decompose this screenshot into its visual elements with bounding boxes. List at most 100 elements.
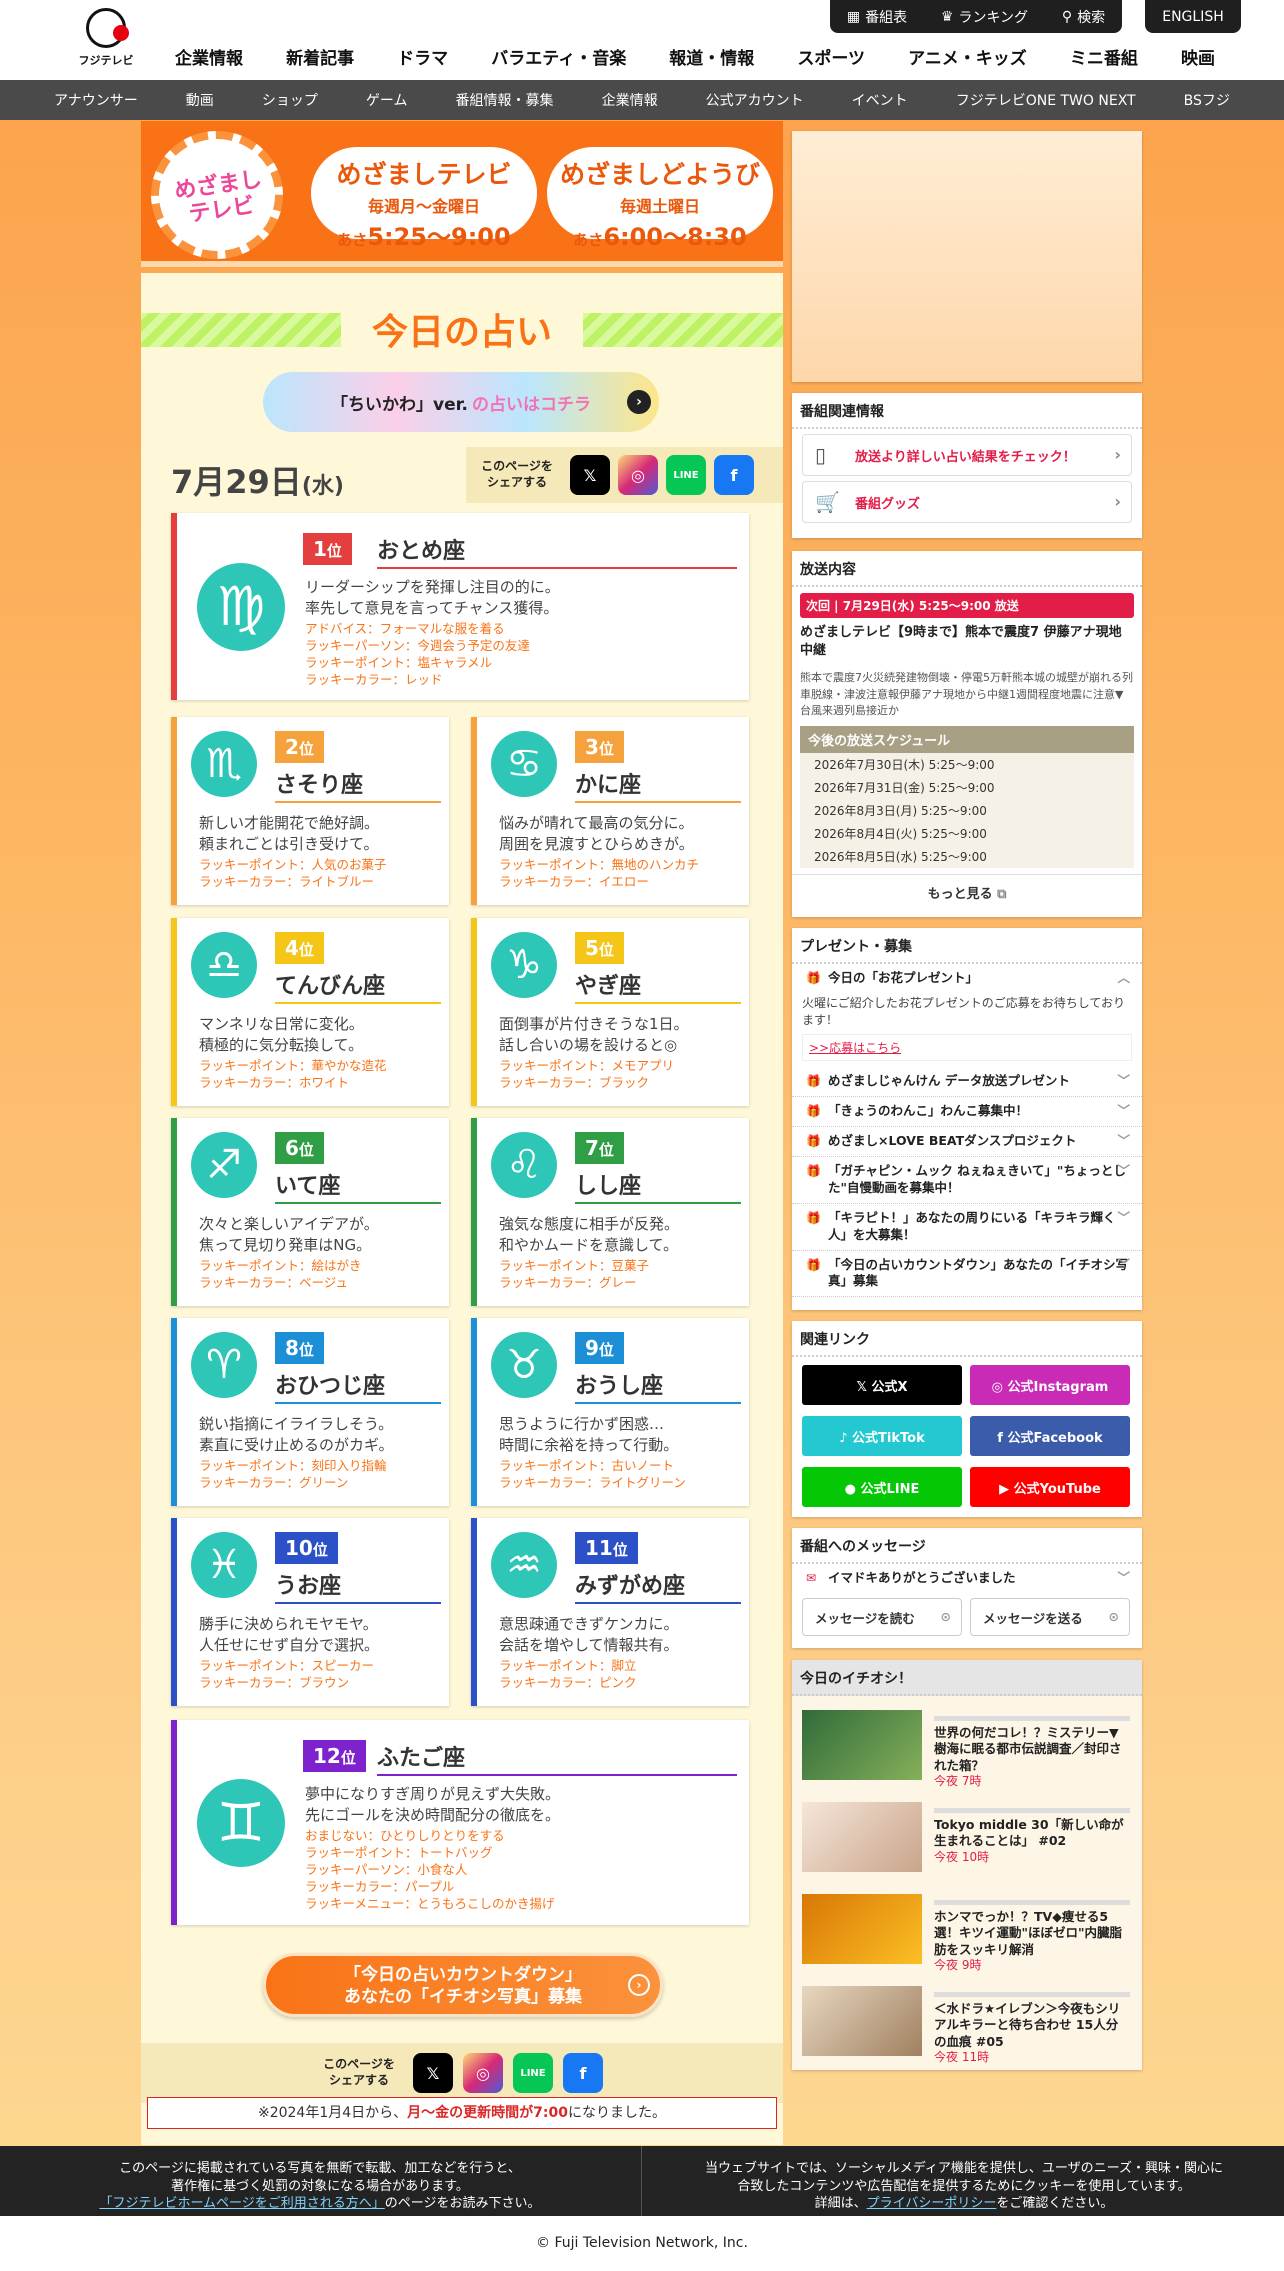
terms-link[interactable]: 「フジテレビホームページをご利用される方へ」 [99,2196,384,2211]
zodiac-name: さそり座 [275,767,441,803]
program-guide-link[interactable]: ▦ 番組表 [847,7,907,27]
luck-line: ラッキーパーソン：小食な人 [305,1861,468,1877]
main-nav: 企業情報 新着記事 ドラマ バラエティ・音楽 報道・情報 スポーツ アニメ・キッ… [175,44,1215,69]
present-item[interactable]: 🎁 めざましじゃんけん データ放送プレゼント ﹀ [792,1067,1142,1098]
panel-title: プレゼント・募集 [792,928,1142,964]
zodiac-name: かに座 [575,767,741,803]
social-link-button[interactable]: 𝕏 公式X [802,1365,962,1405]
present-item[interactable]: 🎁 「キラピト！」あなたの周りにいる「キラキラ輝く人」を大募集！ ﹀ [792,1204,1142,1251]
pick-thumbnail [802,1710,922,1780]
pick-item[interactable]: 世界の何だコレ！？ミステリー▼樹海に眠る都市伝説調査／封印された箱？ 今夜 7時 [802,1710,1132,1788]
instagram-share-icon[interactable]: ◎ [618,455,658,495]
broadcast-headline[interactable]: めざましテレビ【9時まで】熊本で震度7 伊藤アナ現地中継 [800,624,1134,660]
schedule-row: 2026年7月30日(木) 5:25〜9:00 [814,757,995,772]
fortune-description: 新しい才能開花で絶好調。 頼まれごとは引き受けて。 [199,814,380,853]
sub-nav-item[interactable]: 番組情報・募集 [456,90,554,110]
sub-nav-item[interactable]: BSフジ [1184,90,1230,110]
present-item-open[interactable]: 🎁 今日の「お花プレゼント」 ︿ [792,964,1142,993]
pick-title: ＜水ドラ★イレブン＞今夜もシリアルキラーと待ち合わせ 15人分の血痕 #05 今夜… [934,1992,1130,2065]
chevron-down-icon: ﹀ [1117,1103,1130,1119]
chiikawa-fortune-link[interactable]: 「ちいかわ」ver. の占いはコチラ › [263,372,659,432]
cookie-notice: 当ウェブサイトでは、ソーシャルメディア機能を提供し、ユーザのニーズ・興味・関心に… [705,2161,1223,2212]
fortune-card: ♌ 7位 しし座 強気な態度に相手が反発。 和やかムードを意識して。 ラッキーポイ… [471,1118,749,1306]
pick-thumbnail [802,1894,922,1964]
sub-nav-item[interactable]: ショップ [262,90,318,110]
present-item[interactable]: 🎁 めざまし×LOVE BEATダンスプロジェクト ﹀ [792,1127,1142,1158]
message-item[interactable]: ✉ イマドキありがとうございました ﹀ [792,1564,1142,1593]
luck-list: ラッキーポイント：スピーカー ラッキーカラー：ブラウン [199,1658,374,1692]
sub-nav-item[interactable]: 動画 [186,90,214,110]
main-nav-item[interactable]: スポーツ [797,44,865,69]
fujitv-logo[interactable]: フジテレビ [74,8,138,68]
fortune-card: ♊ 12位 ふたご座 夢中になりすぎ周りが見えず大失敗。 先にゴールを決め時間配分… [171,1720,749,1925]
gift-icon: 🎁 [806,1074,821,1089]
x-share-icon[interactable]: 𝕏 [413,2053,453,2093]
social-link-button[interactable]: f 公式Facebook [970,1416,1130,1456]
send-message-button[interactable]: メッセージを送る ⊙ [970,1598,1130,1636]
sub-nav-item[interactable]: ゲーム [366,90,408,110]
sub-nav-item[interactable]: 企業情報 [602,90,658,110]
social-link-button[interactable]: ◎ 公式Instagram [970,1365,1130,1405]
fortune-card: ♍ 1位 おとめ座 リーダーシップを発揮し注目の的に。 率先して意見を言ってチャン… [171,513,749,700]
goods-link[interactable]: 🛒 番組グッズ › [802,481,1132,523]
present-item[interactable]: 🎁 「今日の占いカウントダウン」あなたの「イチオシ写真」募集 ﹀ [792,1251,1142,1298]
fortune-card: ♎ 4位 てんびん座 マンネリな日常に変化。 積極的に気分転換して。 ラッキーポイ… [171,918,449,1106]
fortune-description: マンネリな日常に変化。 積極的に気分転換して。 [199,1015,364,1054]
x-share-icon[interactable]: 𝕏 [570,455,610,495]
sub-nav-item[interactable]: 公式アカウント [706,90,804,110]
main-nav-item[interactable]: アニメ・キッズ [908,44,1027,69]
zodiac-name: おとめ座 [377,533,737,569]
line-share-icon[interactable]: LINE [513,2053,553,2093]
facebook-share-icon[interactable]: f [563,2053,603,2093]
search-link[interactable]: ⚲ 検索 [1062,7,1105,27]
instagram-share-icon[interactable]: ◎ [463,2053,503,2093]
show-pill-weekday[interactable]: めざましテレビ 毎週月〜金曜日 あさ5:25〜9:00 [311,147,537,251]
title-stripe [583,313,783,347]
social-link-button[interactable]: ● 公式LINE [802,1467,962,1507]
zodiac-icon: ♉ [491,1332,557,1398]
detailed-fortune-link[interactable]: ▯ 放送より詳しい占い結果をチェック！ › [802,434,1132,476]
privacy-policy-link[interactable]: プライバシーポリシー [867,2196,997,2211]
line-share-icon[interactable]: LINE [666,455,706,495]
luck-line: ラッキーポイント：刻印入り指輪 [199,1458,387,1473]
countdown-photo-button[interactable]: 「今日の占いカウントダウン」 あなたの「イチオシ写真」募集 › [263,1953,663,2017]
sub-nav-item[interactable]: フジテレビONE TWO NEXT [956,90,1136,110]
zodiac-name: みずがめ座 [575,1568,741,1604]
chevron-up-icon: ︿ [1117,970,1130,985]
pick-item[interactable]: ホンマでっか！？TV◆痩せる5選！キツイ運動"ほぼゼロ"内臓脂肪をスッキリ解消今… [802,1894,1132,1972]
main-nav-item[interactable]: 企業情報 [175,44,243,69]
apply-link[interactable]: >>応募はこちら [802,1034,1132,1062]
sub-nav-item[interactable]: アナウンサー [54,90,138,110]
rank-badge: 4位 [275,932,324,964]
luck-line: ラッキーカラー：レッド [305,671,443,687]
sub-nav-item[interactable]: イベント [852,90,908,110]
smartphone-icon: ▯ [815,443,827,467]
fortune-card: ♈ 8位 おひつじ座 鋭い指摘にイライラしそう。 素直に受け止めるのがカギ。 ラッ… [171,1318,449,1506]
panel-title: 番組関連情報 [792,393,1142,429]
read-messages-button[interactable]: メッセージを読む ⊙ [802,1598,962,1636]
pick-item[interactable]: Tokyo middle 30「新しい命が生まれることは」 #02 今夜 10時 [802,1802,1132,1874]
facebook-share-icon[interactable]: f [714,455,754,495]
luck-list: ラッキーポイント：メモアプリ ラッキーカラー：ブラック [499,1058,674,1092]
more-button[interactable]: もっと見る ⧉ [792,873,1142,910]
ranking-link[interactable]: ♛ ランキング [941,7,1028,27]
mezamashi-logo[interactable]: めざまし テレビ [151,131,283,259]
english-button[interactable]: ENGLISH [1145,0,1241,33]
pick-item[interactable]: ＜水ドラ★イレブン＞今夜もシリアルキラーと待ち合わせ 15人分の血痕 #05 今夜… [802,1986,1132,2064]
rank-badge: 2位 [275,731,324,763]
fortune-description: 強気な態度に相手が反発。 和やかムードを意識して。 [499,1215,680,1254]
main-nav-item[interactable]: ドラマ [397,44,448,69]
main-nav-item[interactable]: 新着記事 [286,44,354,69]
main-nav-item[interactable]: バラエティ・音楽 [491,44,626,69]
luck-line: ラッキーポイント：塩キャラメル [305,654,493,670]
main-nav-item[interactable]: 映画 [1181,44,1215,69]
social-link-button[interactable]: ♪ 公式TikTok [802,1416,962,1456]
main-nav-item[interactable]: ミニ番組 [1070,44,1138,69]
present-item[interactable]: 🎁 「ガチャピン・ムック ねぇねぇきいて」"ちょっとした"自慢動画を募集中！ ﹀ [792,1157,1142,1204]
show-pill-saturday[interactable]: めざましどようび 毎週土曜日 あさ6:00〜8:30 [547,147,773,251]
rank-badge: 1位 [303,533,352,565]
social-link-button[interactable]: ▶ 公式YouTube [970,1467,1130,1507]
gift-icon: 🎁 [806,1164,821,1179]
main-nav-item[interactable]: 報道・情報 [669,44,754,69]
present-item[interactable]: 🎁 「きょうのわんこ」わんこ募集中！ ﹀ [792,1097,1142,1128]
